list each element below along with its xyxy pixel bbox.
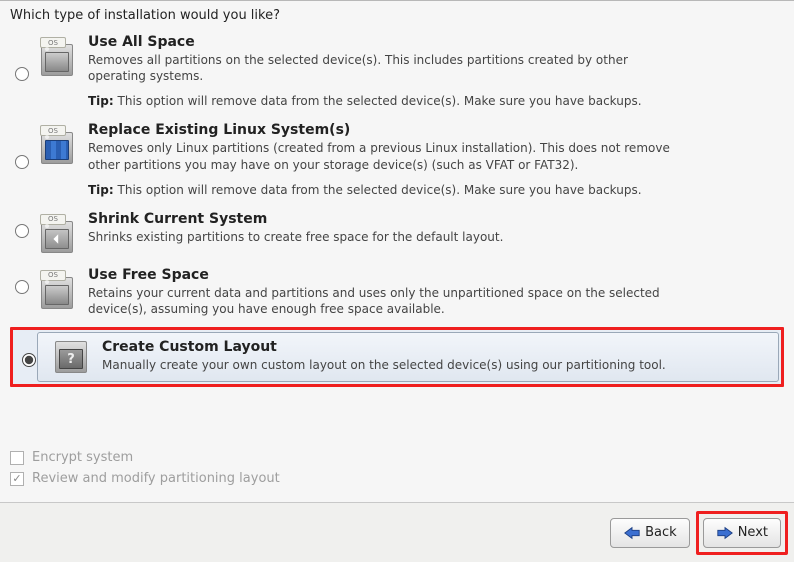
radio-shrink-system[interactable] <box>15 224 29 238</box>
option-replace-linux[interactable]: OS Replace Existing Linux System(s) Remo… <box>10 118 784 206</box>
back-label: Back <box>645 525 677 540</box>
option-title: Use Free Space <box>88 267 784 283</box>
option-title: Shrink Current System <box>88 211 784 227</box>
disk-icon: ? <box>55 341 87 373</box>
top-divider <box>0 0 794 1</box>
option-tip: Tip: This option will remove data from t… <box>88 183 784 197</box>
option-desc: Removes only Linux partitions (created f… <box>88 140 688 172</box>
option-desc: Shrinks existing partitions to create fr… <box>88 229 688 245</box>
back-button[interactable]: Back <box>610 518 690 548</box>
radio-create-custom-layout[interactable] <box>22 353 36 367</box>
option-desc: Removes all partitions on the selected d… <box>88 52 688 84</box>
os-tag-icon: OS <box>40 37 66 48</box>
os-tag-icon: OS <box>40 270 66 281</box>
arrow-left-icon <box>623 526 641 540</box>
option-create-custom-layout[interactable]: ? Create Custom Layout Manually create y… <box>10 327 784 387</box>
install-checks: Encrypt system ✓ Review and modify parti… <box>10 450 280 486</box>
disk-icon: OS <box>41 277 73 309</box>
check-label: Encrypt system <box>32 450 133 465</box>
radio-replace-linux[interactable] <box>15 155 29 169</box>
question-icon: ? <box>59 349 83 369</box>
footer: Back Next <box>0 502 794 562</box>
option-shrink-system[interactable]: OS Shrink Current System Shrinks existin… <box>10 207 784 263</box>
page-title: Which type of installation would you lik… <box>10 8 280 23</box>
option-use-free-space[interactable]: OS Use Free Space Retains your current d… <box>10 263 784 327</box>
option-use-all-space[interactable]: OS Use All Space Removes all partitions … <box>10 30 784 118</box>
check-encrypt-system[interactable]: Encrypt system <box>10 450 280 465</box>
next-button-highlight: Next <box>696 511 788 555</box>
option-title: Replace Existing Linux System(s) <box>88 122 784 138</box>
disk-icon: OS <box>41 44 73 76</box>
option-desc: Manually create your own custom layout o… <box>102 357 702 373</box>
check-label: Review and modify partitioning layout <box>32 471 280 486</box>
tip-text: This option will remove data from the se… <box>118 183 642 197</box>
arrow-right-icon <box>716 526 734 540</box>
option-tip: Tip: This option will remove data from t… <box>88 94 784 108</box>
os-tag-icon: OS <box>40 125 66 136</box>
checkbox-icon[interactable] <box>10 451 24 465</box>
option-desc: Retains your current data and partitions… <box>88 285 688 317</box>
radio-use-free-space[interactable] <box>15 280 29 294</box>
check-review-layout[interactable]: ✓ Review and modify partitioning layout <box>10 471 280 486</box>
checkbox-icon[interactable]: ✓ <box>10 472 24 486</box>
arrow-left-icon <box>51 233 63 245</box>
disk-icon: OS <box>41 132 73 164</box>
option-title: Create Custom Layout <box>102 339 770 355</box>
tip-label: Tip: <box>88 94 114 108</box>
next-button[interactable]: Next <box>703 518 781 548</box>
radio-use-all-space[interactable] <box>15 67 29 81</box>
tip-text: This option will remove data from the se… <box>118 94 642 108</box>
disk-icon: OS <box>41 221 73 253</box>
next-label: Next <box>738 525 768 540</box>
os-tag-icon: OS <box>40 214 66 225</box>
tip-label: Tip: <box>88 183 114 197</box>
install-options: OS Use All Space Removes all partitions … <box>10 30 784 387</box>
option-title: Use All Space <box>88 34 784 50</box>
arrow-left-icon <box>45 229 69 249</box>
